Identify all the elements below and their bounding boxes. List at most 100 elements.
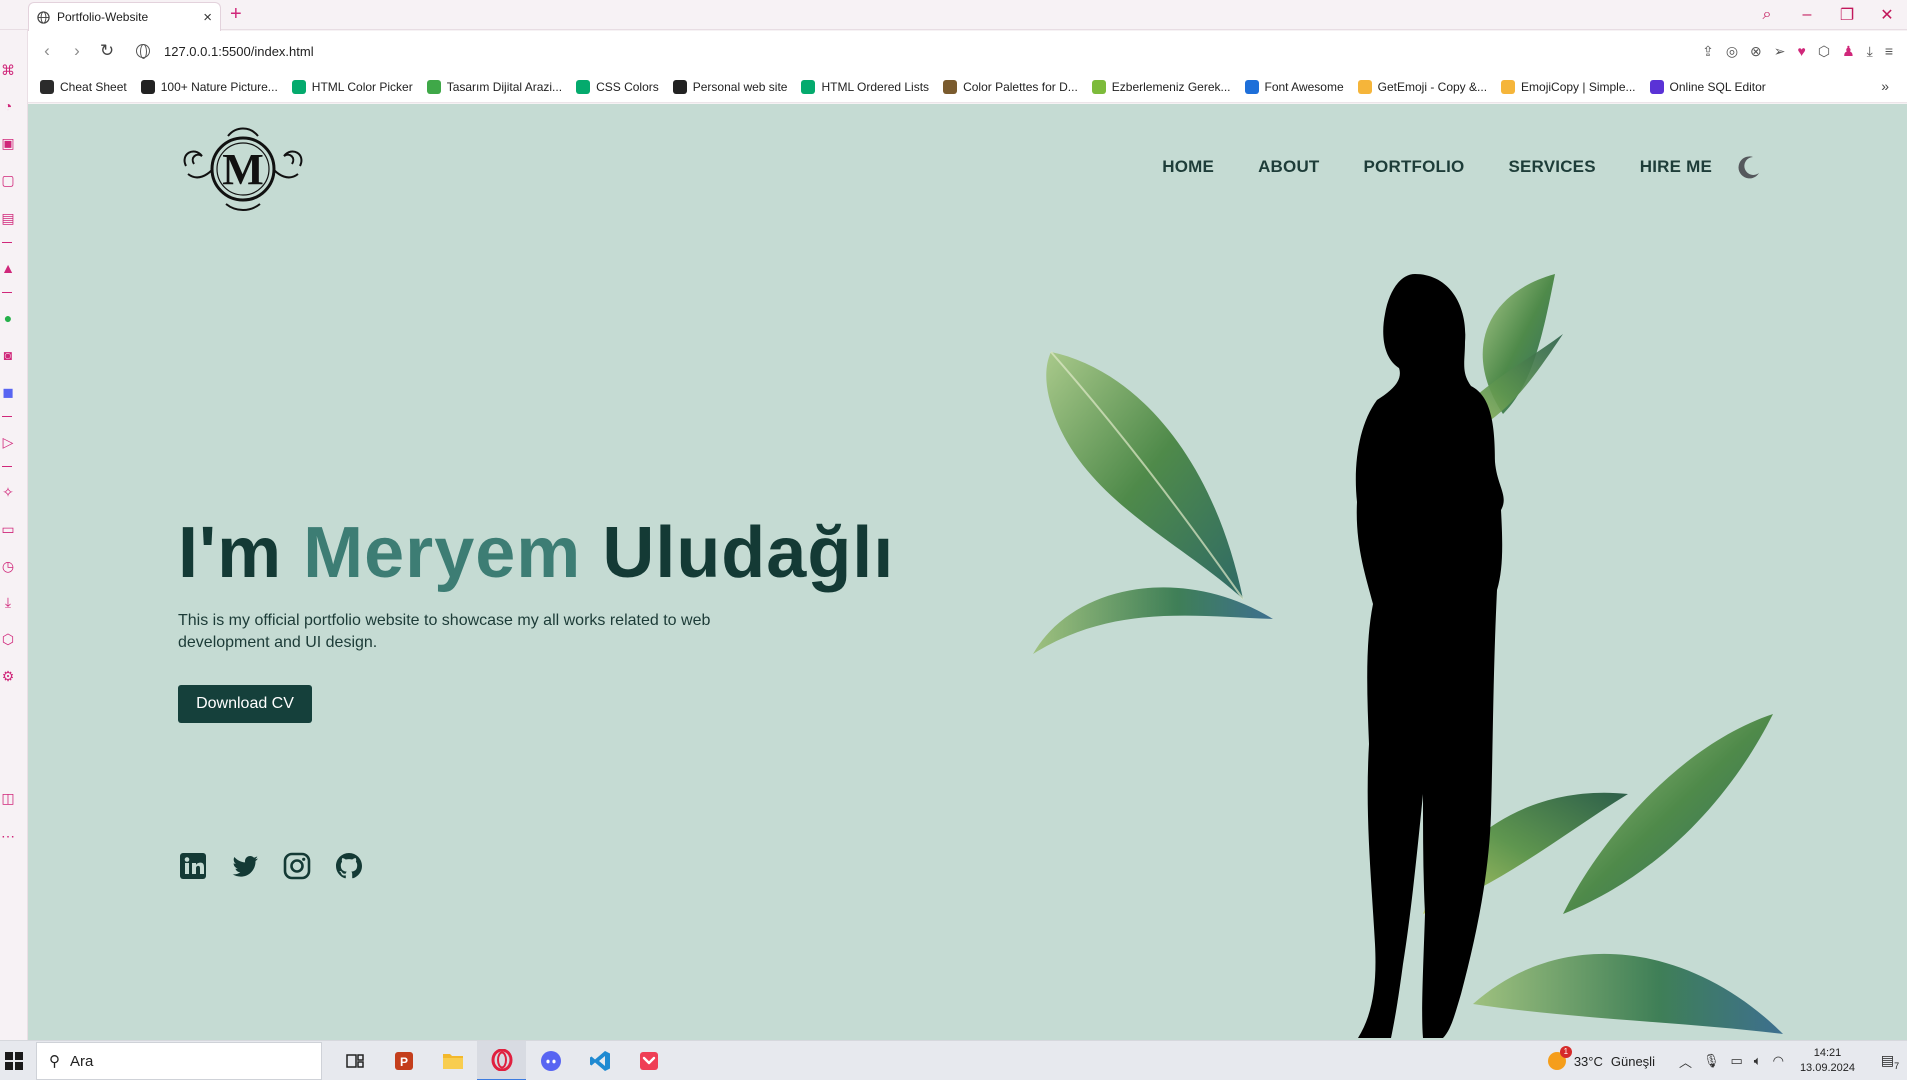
- extensions-cube-icon[interactable]: ⬡: [0, 631, 16, 647]
- cube-icon[interactable]: ⬡: [1818, 43, 1830, 60]
- twitter-icon[interactable]: [230, 851, 260, 881]
- wifi-icon[interactable]: ◠: [1773, 1053, 1784, 1069]
- my-flow-icon[interactable]: ▭: [0, 521, 16, 537]
- bookmark-item[interactable]: Ezberlemeniz Gerek...: [1091, 79, 1231, 94]
- bookmarks-overflow-button[interactable]: »: [1881, 78, 1889, 94]
- search-icon[interactable]: ⌕: [1747, 6, 1787, 24]
- bookmark-item[interactable]: Tasarım Dijital Arazi...: [426, 79, 562, 94]
- nav-link-portfolio[interactable]: PORTFOLIO: [1364, 157, 1465, 177]
- battery-icon[interactable]: ▭: [1730, 1053, 1742, 1069]
- nav-link-about[interactable]: ABOUT: [1258, 157, 1319, 177]
- bookmark-item[interactable]: Cheat Sheet: [40, 79, 127, 94]
- download-cv-button[interactable]: Download CV: [178, 685, 312, 723]
- bookmark-item[interactable]: HTML Ordered Lists: [801, 79, 929, 94]
- gamepad-icon[interactable]: ⌘: [0, 62, 16, 78]
- chevron-up-icon[interactable]: ︿: [1679, 1052, 1692, 1071]
- more-dots-icon[interactable]: ⋯: [0, 828, 16, 844]
- moon-icon[interactable]: [1736, 154, 1762, 180]
- send-icon[interactable]: ➢: [1774, 43, 1786, 60]
- site-info-icon[interactable]: [136, 44, 150, 59]
- site-logo[interactable]: M: [178, 124, 308, 214]
- speaker-icon[interactable]: 🔈︎: [1754, 1053, 1762, 1069]
- tab-portfolio-website[interactable]: Portfolio-Website ×: [28, 2, 221, 31]
- bookmark-item[interactable]: GetEmoji - Copy &...: [1357, 79, 1488, 94]
- bookmark-item[interactable]: 100+ Nature Picture...: [140, 79, 278, 94]
- downloads-icon[interactable]: ⤓: [0, 594, 16, 610]
- discord-app-icon[interactable]: [526, 1041, 575, 1080]
- clock[interactable]: 14:21 13.09.2024: [1800, 1046, 1855, 1076]
- back-icon[interactable]: ‹: [32, 41, 62, 61]
- close-tab-icon[interactable]: ×: [203, 9, 212, 26]
- pocket-app-icon[interactable]: [624, 1041, 673, 1080]
- hero-last-name: Uludağlı: [581, 513, 895, 593]
- settings-gear-icon[interactable]: ⚙: [0, 668, 16, 684]
- bag-icon[interactable]: ▣: [0, 135, 16, 151]
- sidebar-divider: [2, 242, 12, 243]
- notifications-icon[interactable]: ▤7: [1873, 1052, 1907, 1071]
- instagram-icon[interactable]: [282, 851, 312, 881]
- powerpoint-icon[interactable]: P: [379, 1041, 428, 1080]
- address-bar-actions: ⇪ ◎ ⊗ ➢ ♥ ⬡ ♟ ⤓ ≡: [1702, 31, 1893, 71]
- forward-icon[interactable]: ›: [62, 41, 92, 61]
- heart-icon[interactable]: ♥: [1798, 43, 1806, 59]
- url-field[interactable]: 127.0.0.1:5500/index.html: [136, 44, 314, 59]
- reload-icon[interactable]: ↻: [92, 41, 122, 61]
- task-view-icon[interactable]: [330, 1041, 379, 1080]
- close-window-icon[interactable]: ✕: [1867, 5, 1907, 25]
- sidebar-divider: [2, 466, 12, 467]
- bookmark-item[interactable]: EmojiCopy | Simple...: [1501, 79, 1636, 94]
- github-icon[interactable]: [334, 851, 364, 881]
- clock-date: 13.09.2024: [1799, 1062, 1855, 1074]
- share-icon[interactable]: ⇪: [1702, 43, 1714, 60]
- bookmark-item[interactable]: HTML Color Picker: [291, 79, 413, 94]
- tab-title: Portfolio-Website: [57, 10, 149, 24]
- bookmark-label: 100+ Nature Picture...: [160, 79, 278, 94]
- page-viewport: M HOME ABOUT PORTFOLIO SERVICES HIRE ME I'm …: [28, 104, 1907, 1040]
- taskbar-search-input[interactable]: ⚲ Ara: [36, 1042, 322, 1080]
- restore-icon[interactable]: ❐: [1827, 5, 1867, 25]
- nav-link-home[interactable]: HOME: [1162, 157, 1214, 177]
- bookmark-item[interactable]: Personal web site: [672, 79, 788, 94]
- download-icon[interactable]: ⤓: [1867, 43, 1873, 60]
- menu-icon[interactable]: ≡: [1885, 43, 1893, 59]
- new-tab-button[interactable]: +: [230, 3, 242, 26]
- snapshot-camera-icon[interactable]: ◎: [1726, 43, 1738, 60]
- bookmark-item[interactable]: Font Awesome: [1244, 79, 1344, 94]
- hero-description: This is my official portfolio website to…: [178, 612, 711, 651]
- bookmark-item[interactable]: Color Palettes for D...: [943, 79, 1078, 94]
- minimize-icon[interactable]: –: [1787, 6, 1827, 24]
- profile-icon[interactable]: ♟: [1842, 43, 1855, 60]
- nav-link-hire-me[interactable]: HIRE ME: [1640, 157, 1712, 177]
- weather-badge: 1: [1559, 1046, 1572, 1058]
- wallpaper-icon[interactable]: ◫: [0, 790, 16, 806]
- bookmark-item[interactable]: CSS Colors: [576, 79, 659, 94]
- document-icon: [672, 79, 687, 94]
- whatsapp-icon[interactable]: ●: [0, 310, 16, 326]
- bookmark-label: HTML Color Picker: [311, 79, 413, 94]
- file-explorer-icon[interactable]: [428, 1041, 477, 1080]
- microphone-icon[interactable]: 🎙︎: [1703, 1053, 1720, 1069]
- player-icon[interactable]: ▷: [0, 434, 16, 450]
- speed-dial-icon[interactable]: ◔: [0, 98, 16, 114]
- twitch-icon[interactable]: ▢: [0, 172, 16, 188]
- weather-widget[interactable]: 1 33°C Güneşli: [1547, 1046, 1655, 1070]
- linkedin-icon[interactable]: [178, 851, 208, 881]
- bookmark-label: Font Awesome: [1264, 79, 1344, 94]
- bookmark-label: Personal web site: [692, 79, 788, 94]
- ad-block-icon[interactable]: ⊗: [1750, 43, 1762, 60]
- vscode-icon[interactable]: [575, 1041, 624, 1080]
- opera-browser-icon[interactable]: [477, 1041, 526, 1080]
- pin-icon[interactable]: ✧: [0, 484, 16, 500]
- history-icon[interactable]: ◷: [0, 558, 16, 574]
- discord-icon[interactable]: ◼: [0, 384, 16, 400]
- music-player-icon[interactable]: ▤: [0, 210, 16, 226]
- bookmark-item[interactable]: Online SQL Editor: [1649, 79, 1766, 94]
- bookmark-label: GetEmoji - Copy &...: [1377, 79, 1488, 94]
- notification-count: 7: [1894, 1060, 1900, 1071]
- address-bar: ‹ › ↻ 127.0.0.1:5500/index.html ⇪ ◎ ⊗ ➢ …: [28, 31, 1907, 71]
- nav-link-services[interactable]: SERVICES: [1508, 157, 1595, 177]
- aria-ai-icon[interactable]: ▲: [0, 260, 16, 276]
- instagram-sidebar-icon[interactable]: ◙: [0, 347, 16, 363]
- windows-start-icon[interactable]: [4, 1051, 24, 1071]
- palette-cup-icon: [943, 79, 958, 94]
